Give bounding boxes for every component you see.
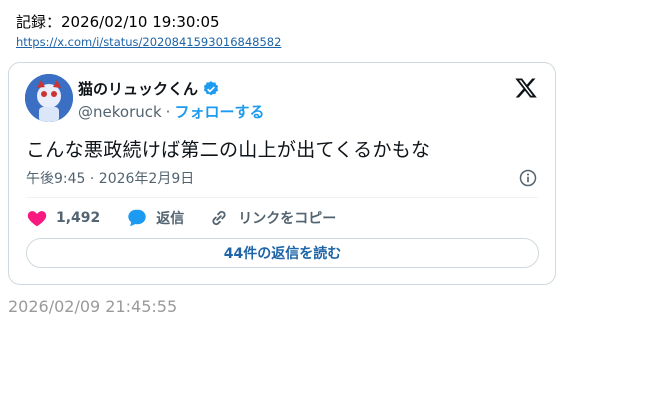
author-handle[interactable]: @nekoruck: [78, 103, 162, 121]
copy-link-button[interactable]: リンクをコピー: [208, 207, 336, 229]
author-name[interactable]: 猫のリュックくん: [78, 78, 198, 99]
x-logo-icon[interactable]: [514, 76, 538, 100]
follow-button[interactable]: フォローする: [174, 101, 264, 122]
capture-timestamp: 2026/02/09 21:45:55: [8, 297, 178, 316]
tweet-actions: 1,492 返信 リンクをコピー: [26, 207, 336, 229]
like-button[interactable]: 1,492: [26, 207, 100, 229]
record-timestamp: 記録：2026/02/10 19:30:05: [16, 13, 220, 31]
handle-separator: ·: [165, 102, 171, 121]
read-replies-button[interactable]: 44件の返信を読む: [26, 238, 539, 268]
like-count: 1,492: [56, 210, 101, 226]
copy-link-label: リンクをコピー: [238, 211, 337, 227]
speech-bubble-icon: [128, 209, 147, 227]
link-icon: [212, 210, 226, 226]
tweet-card: 猫のリュックくん @nekoruck · フォローする こんな悪政続けば第二の山…: [8, 62, 556, 285]
heart-icon: [27, 211, 47, 227]
read-replies-label: 44件の返信を読む: [223, 246, 342, 262]
divider: [26, 197, 538, 198]
tweet-url-link[interactable]: https://x.com/i/status/20208415930168485…: [16, 35, 281, 49]
tweet-time[interactable]: 午後9:45 · 2026年2月9日: [26, 168, 194, 188]
reply-label: 返信: [156, 211, 185, 227]
tweet-text: こんな悪政続けば第二の山上が出てくるかもな: [26, 139, 431, 161]
avatar[interactable]: [25, 74, 73, 122]
reply-button[interactable]: 返信: [126, 207, 184, 229]
verified-badge-icon: [202, 80, 220, 98]
info-icon[interactable]: [518, 168, 538, 188]
